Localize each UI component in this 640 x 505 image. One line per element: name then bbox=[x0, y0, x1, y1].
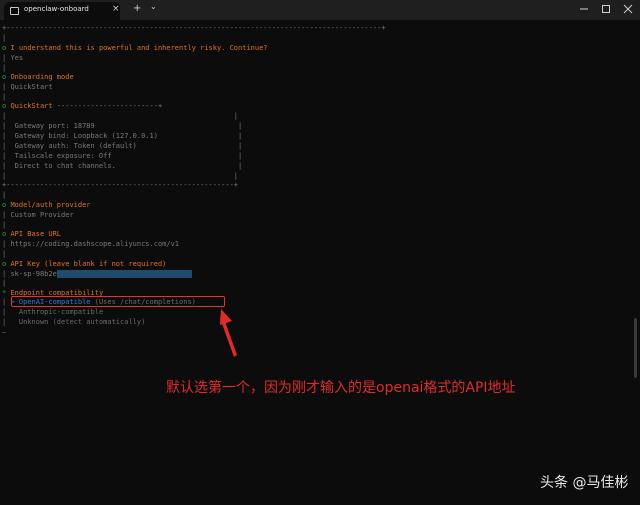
watermark: 头条 @马佳彬 bbox=[540, 475, 629, 491]
annotation-arrow bbox=[220, 309, 237, 357]
annotation-text: 默认选第一个，因为刚才输入的是openai格式的API地址 bbox=[166, 380, 516, 396]
scrollbar[interactable] bbox=[634, 318, 637, 378]
